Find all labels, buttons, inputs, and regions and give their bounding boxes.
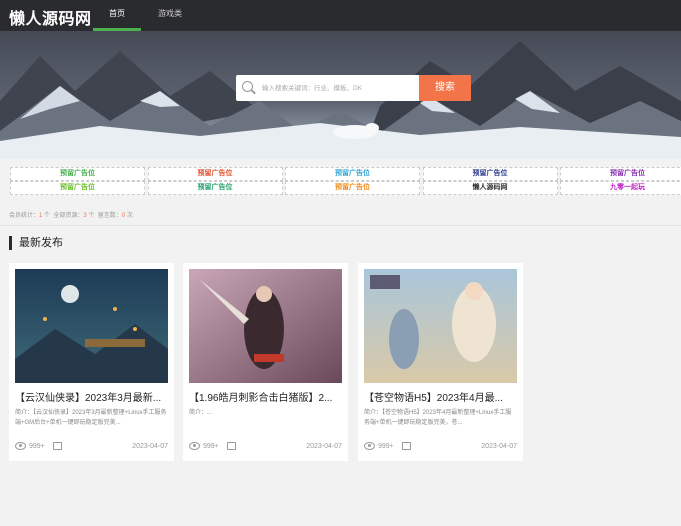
ad-slot[interactable]: 懒人源码网 — [422, 181, 558, 195]
stats-unit: 个 — [44, 213, 51, 219]
post-card[interactable]: 【云汉仙侠录】2023年3月最新... 简介：【云汉仙侠录】2023年3月最新整… — [9, 263, 174, 461]
section-title: 最新发布 — [9, 236, 63, 250]
eye-icon — [189, 442, 200, 450]
ad-slot[interactable]: 预留广告位 — [560, 167, 681, 181]
comment-icon[interactable] — [53, 442, 62, 450]
post-date: 2023-04-07 — [132, 443, 168, 450]
stats-unit: 个 — [88, 213, 95, 219]
post-date: 2023-04-07 — [481, 443, 517, 450]
post-title[interactable]: 【1.96皓月刺影合击白猪版】2... — [189, 389, 344, 404]
eye-icon — [15, 442, 26, 450]
post-date: 2023-04-07 — [306, 443, 342, 450]
stats-unit: 次 — [126, 213, 133, 219]
search-box: 搜索 — [236, 75, 471, 101]
site-stats: 会员统计：1 个 全部资源：3 个 留言数：0 次 — [9, 210, 133, 219]
ad-slot[interactable]: 预留广告位 — [10, 167, 145, 181]
post-excerpt: 简介：... — [189, 410, 213, 416]
post-thumbnail[interactable] — [364, 269, 517, 383]
nav-games[interactable]: 游戏类 — [148, 0, 192, 31]
stats-all-label: 全部资源： — [53, 213, 84, 219]
stats-all: 3 — [83, 213, 87, 219]
eye-icon — [364, 442, 375, 450]
nav-games-label: 游戏类 — [158, 9, 182, 18]
post-excerpt: 简介：【苍空物语H5】2023年4月最新整理+Linux手工服务端+单机一键即玩… — [364, 410, 512, 426]
ad-slot[interactable]: 预留广告位 — [10, 181, 145, 195]
nav-home[interactable]: 首页 — [93, 0, 141, 31]
stats-today-label: 留言数： — [97, 213, 122, 219]
comment-icon[interactable] — [227, 442, 236, 450]
site-logo[interactable]: 懒人源码网 — [9, 5, 92, 29]
nav-home-label: 首页 — [109, 9, 125, 18]
post-title[interactable]: 【苍空物语H5】2023年4月最... — [364, 389, 519, 404]
stats-today: 0 — [121, 213, 126, 219]
stats-members-label: 会员统计： — [9, 213, 40, 219]
top-navbar: 懒人源码网 首页 游戏类 — [0, 0, 681, 31]
stats-members: 1 — [39, 213, 43, 219]
divider — [0, 225, 681, 226]
post-card[interactable]: 【苍空物语H5】2023年4月最... 简介：【苍空物语H5】2023年4月最新… — [358, 263, 523, 461]
search-input[interactable] — [262, 75, 417, 101]
search-icon — [242, 81, 253, 92]
post-card[interactable]: 【1.96皓月刺影合击白猪版】2... 简介：... 999+ 2023-04-… — [183, 263, 348, 461]
view-count: 999+ — [203, 443, 219, 450]
view-count: 999+ — [378, 443, 394, 450]
ad-slot[interactable]: 预留广告位 — [422, 167, 558, 181]
hero-banner: 搜索 — [0, 31, 681, 159]
ad-slot[interactable]: 预留广告位 — [285, 167, 420, 181]
ad-slot[interactable]: 预留广告位 — [147, 167, 283, 181]
post-excerpt: 简介：【云汉仙侠录】2023年3月最新整理+Linux手工服务端+GM后台+单机… — [15, 410, 167, 426]
ad-slot[interactable]: 九零一起玩 — [560, 181, 681, 195]
post-thumbnail[interactable] — [189, 269, 342, 383]
post-title[interactable]: 【云汉仙侠录】2023年3月最新... — [15, 389, 170, 404]
search-button[interactable]: 搜索 — [419, 75, 471, 101]
comment-icon[interactable] — [402, 442, 411, 450]
ad-slot[interactable]: 预留广告位 — [285, 181, 420, 195]
view-count: 999+ — [29, 443, 45, 450]
post-thumbnail[interactable] — [15, 269, 168, 383]
ad-slot[interactable]: 预留广告位 — [147, 181, 283, 195]
